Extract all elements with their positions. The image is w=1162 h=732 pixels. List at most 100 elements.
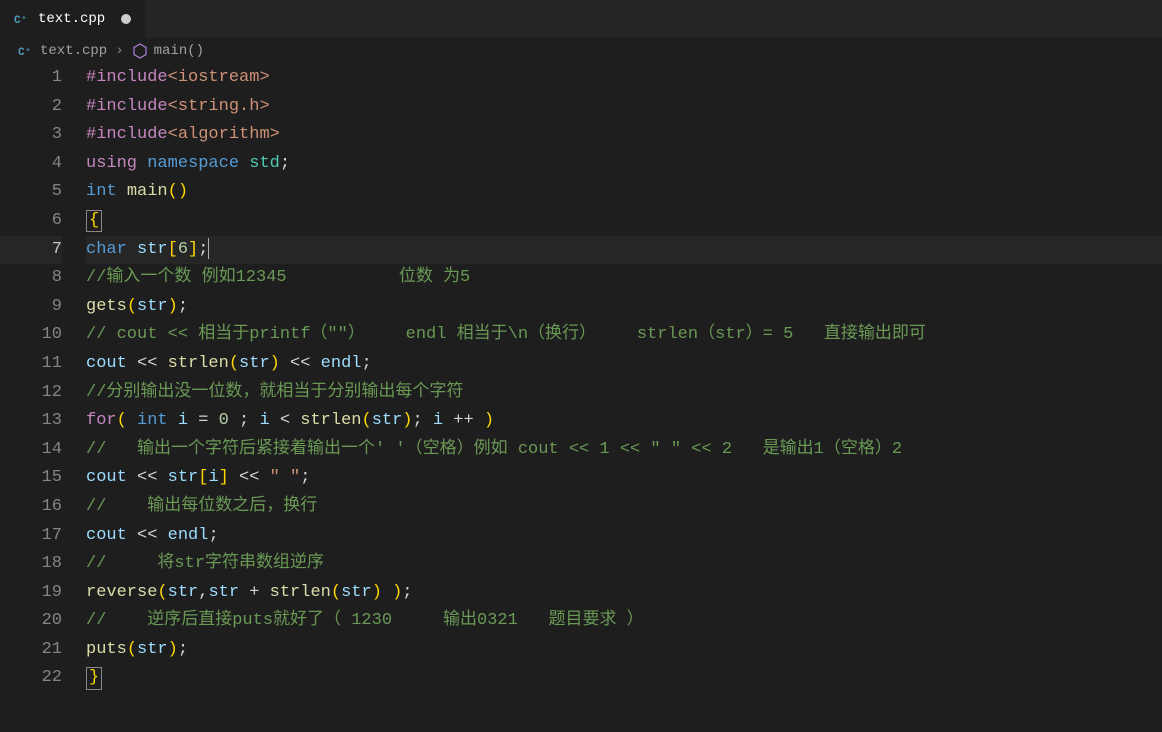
- token-var: str: [372, 411, 403, 430]
- breadcrumb-symbol[interactable]: main(): [132, 43, 204, 59]
- editor-tab[interactable]: C⁺ text.cpp: [0, 0, 146, 38]
- code-line[interactable]: }: [86, 664, 1162, 693]
- token-op: <<: [229, 468, 270, 487]
- token-op: [117, 182, 127, 201]
- line-number: 20: [0, 607, 62, 636]
- code-line[interactable]: for( int i = 0 ; i < strlen(str); i ++ ): [86, 407, 1162, 436]
- token-op: =: [188, 411, 219, 430]
- token-op: [382, 583, 392, 602]
- token-com: //分别输出没一位数，就相当于分别输出每个字符: [86, 383, 463, 402]
- line-number: 13: [0, 407, 62, 436]
- token-brace: (: [157, 583, 167, 602]
- token-pp: #include: [86, 125, 168, 144]
- token-op: [127, 240, 137, 259]
- token-fn: strlen: [300, 411, 361, 430]
- code-line[interactable]: #include<algorithm>: [86, 121, 1162, 150]
- code-content[interactable]: #include<iostream>#include<string.h>#inc…: [86, 64, 1162, 732]
- token-brace: ): [178, 182, 188, 201]
- token-inc: <iostream>: [168, 68, 270, 87]
- token-pun: ;: [280, 154, 290, 173]
- line-number: 2: [0, 93, 62, 122]
- code-line[interactable]: gets(str);: [86, 293, 1162, 322]
- token-fn: gets: [86, 297, 127, 316]
- line-number: 7: [0, 236, 62, 265]
- token-var: cout: [86, 468, 127, 487]
- code-line[interactable]: // cout << 相当于printf（""） endl 相当于\n（换行） …: [86, 321, 1162, 350]
- token-op: [239, 154, 249, 173]
- code-line[interactable]: reverse(str,str + strlen(str) );: [86, 579, 1162, 608]
- token-pun: ;: [361, 354, 371, 373]
- tab-dirty-indicator-icon: [121, 14, 131, 24]
- token-kw: char: [86, 240, 127, 259]
- token-pp: using: [86, 154, 137, 173]
- bracket-match-icon: }: [86, 667, 102, 689]
- token-fn: main: [127, 182, 168, 201]
- line-number: 10: [0, 321, 62, 350]
- token-inc: <string.h>: [168, 97, 270, 116]
- token-fn: strlen: [168, 354, 229, 373]
- code-line[interactable]: cout << strlen(str) << endl;: [86, 350, 1162, 379]
- code-line[interactable]: //输入一个数 例如12345 位数 为5: [86, 264, 1162, 293]
- line-number: 22: [0, 664, 62, 693]
- breadcrumb-file[interactable]: C⁺ text.cpp: [18, 43, 107, 59]
- token-brace: (: [117, 411, 127, 430]
- code-line[interactable]: // 逆序后直接puts就好了（ 1230 输出0321 题目要求 ）: [86, 607, 1162, 636]
- token-brace: ]: [188, 240, 198, 259]
- token-brace: [: [168, 240, 178, 259]
- token-op: [127, 411, 137, 430]
- token-inc: <algorithm>: [168, 125, 280, 144]
- token-pp: #include: [86, 68, 168, 87]
- token-var: cout: [86, 526, 127, 545]
- code-line[interactable]: // 输出每位数之后，换行: [86, 493, 1162, 522]
- code-line[interactable]: // 将str字符串数组逆序: [86, 550, 1162, 579]
- code-line[interactable]: // 输出一个字符后紧接着输出一个' '（空格）例如 cout << 1 << …: [86, 436, 1162, 465]
- token-var: str: [137, 297, 168, 316]
- token-var: i: [178, 411, 188, 430]
- code-line[interactable]: int main(): [86, 178, 1162, 207]
- token-ns: std: [249, 154, 280, 173]
- code-editor[interactable]: 12345678910111213141516171819202122 #inc…: [0, 64, 1162, 732]
- code-line[interactable]: {: [86, 207, 1162, 236]
- token-brace: (: [361, 411, 371, 430]
- line-number: 18: [0, 550, 62, 579]
- token-pun: ;: [198, 240, 208, 259]
- token-brace: ): [372, 583, 382, 602]
- code-line[interactable]: using namespace std;: [86, 150, 1162, 179]
- token-com: // 输出一个字符后紧接着输出一个' '（空格）例如 cout << 1 << …: [86, 440, 902, 459]
- line-number: 17: [0, 522, 62, 551]
- token-brace: (: [168, 182, 178, 201]
- code-line[interactable]: cout << str[i] << " ";: [86, 464, 1162, 493]
- token-op: <: [270, 411, 301, 430]
- code-line[interactable]: #include<string.h>: [86, 93, 1162, 122]
- token-var: str: [137, 240, 168, 259]
- line-number: 8: [0, 264, 62, 293]
- token-brace: ): [402, 411, 412, 430]
- cpp-file-icon: C⁺: [18, 43, 34, 59]
- token-brace: ): [484, 411, 494, 430]
- text-cursor: [208, 238, 209, 258]
- breadcrumb[interactable]: C⁺ text.cpp › main(): [0, 38, 1162, 64]
- token-op: <<: [127, 526, 168, 545]
- line-number: 9: [0, 293, 62, 322]
- line-number: 15: [0, 464, 62, 493]
- code-line[interactable]: puts(str);: [86, 636, 1162, 665]
- token-brace: [: [198, 468, 208, 487]
- code-line[interactable]: char str[6];: [86, 236, 1162, 265]
- token-var: str: [208, 583, 239, 602]
- token-com: //输入一个数 例如12345 位数 为5: [86, 268, 470, 287]
- token-com: // cout << 相当于printf（""） endl 相当于\n（换行） …: [86, 325, 926, 344]
- token-com: // 逆序后直接puts就好了（ 1230 输出0321 题目要求 ）: [86, 611, 644, 630]
- line-number: 1: [0, 64, 62, 93]
- token-op: [249, 411, 259, 430]
- token-var: str: [168, 468, 199, 487]
- token-var: str: [137, 640, 168, 659]
- token-fn: reverse: [86, 583, 157, 602]
- token-var: cout: [86, 354, 127, 373]
- token-op: <<: [127, 354, 168, 373]
- code-line[interactable]: cout << endl;: [86, 522, 1162, 551]
- code-line[interactable]: #include<iostream>: [86, 64, 1162, 93]
- token-brace: (: [127, 640, 137, 659]
- breadcrumb-symbol-label: main(): [154, 43, 204, 59]
- token-brace: ): [392, 583, 402, 602]
- code-line[interactable]: //分别输出没一位数，就相当于分别输出每个字符: [86, 379, 1162, 408]
